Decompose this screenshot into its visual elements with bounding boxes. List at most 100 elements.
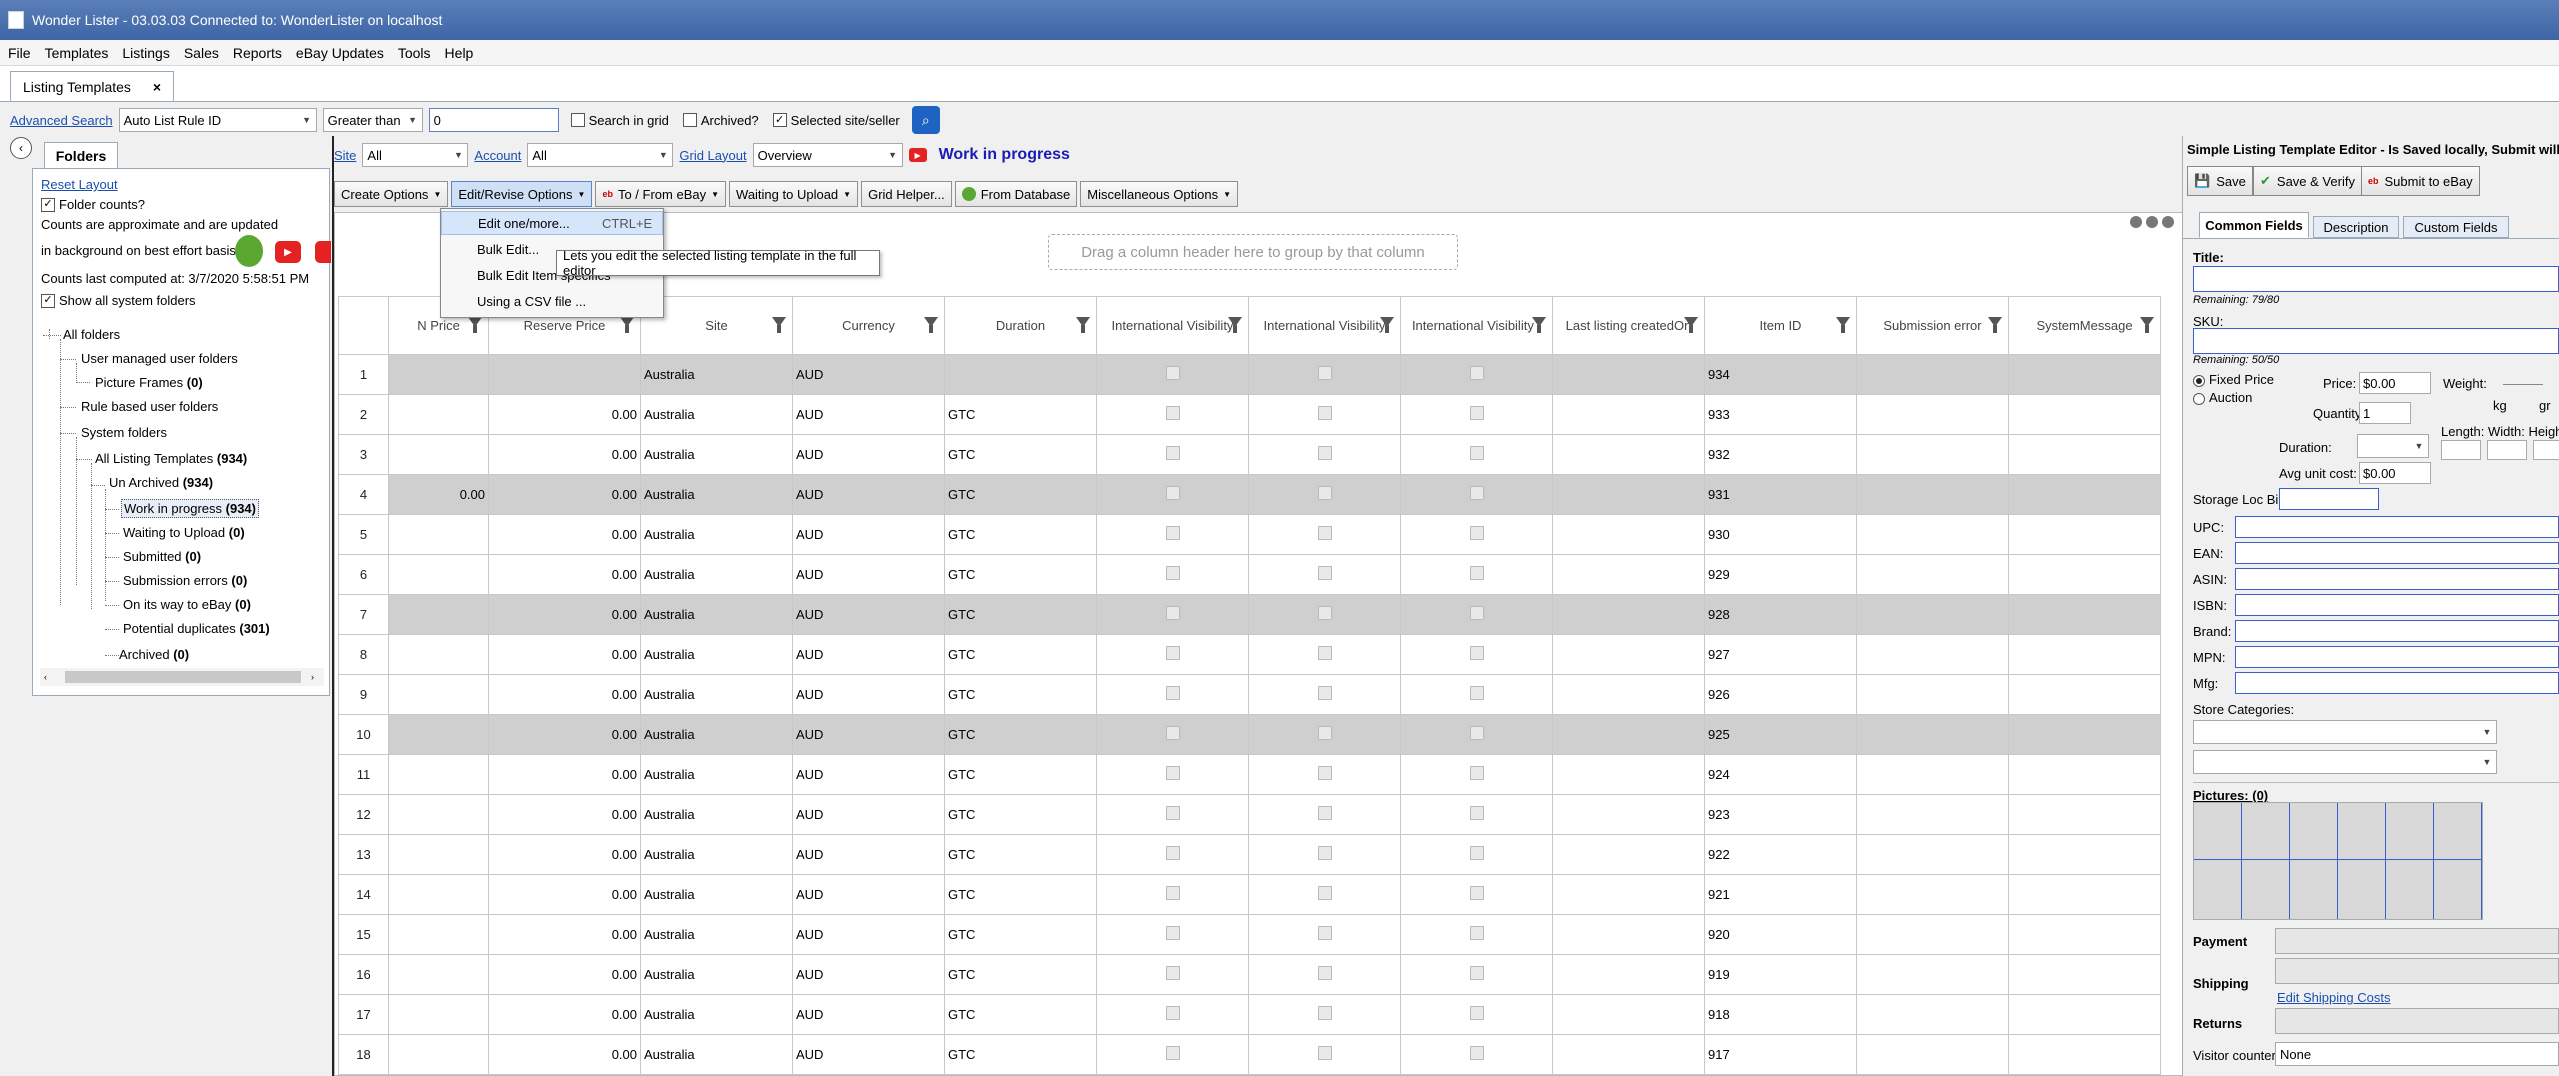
- menu-tools[interactable]: Tools: [398, 45, 431, 61]
- checkbox-icon[interactable]: [1165, 606, 1180, 620]
- tree-item-rule-based[interactable]: Rule based user folders: [81, 399, 218, 414]
- row-number[interactable]: 1: [338, 354, 389, 395]
- checkbox-icon[interactable]: [1469, 686, 1484, 700]
- table-row[interactable]: 9 0.00 Australia AUD GTC 926: [338, 674, 2161, 715]
- table-row[interactable]: 10 0.00 Australia AUD GTC 925: [338, 714, 2161, 755]
- cell-intl-visibility-2[interactable]: [1248, 594, 1401, 635]
- cell-n-price[interactable]: [388, 1034, 489, 1075]
- table-row[interactable]: 8 0.00 Australia AUD GTC 927: [338, 634, 2161, 675]
- cell-duration[interactable]: GTC: [944, 994, 1097, 1035]
- checkbox-icon[interactable]: [1469, 606, 1484, 620]
- cell-currency[interactable]: AUD: [792, 994, 945, 1035]
- cell-intl-visibility-2[interactable]: [1248, 634, 1401, 675]
- checkbox-icon[interactable]: [1165, 446, 1180, 460]
- tree-item-on-its-way[interactable]: On its way to eBay (0): [123, 597, 251, 612]
- column-header-currency[interactable]: Currency: [792, 296, 945, 355]
- tree-item-waiting-to-upload[interactable]: Waiting to Upload (0): [123, 525, 245, 540]
- cell-currency[interactable]: AUD: [792, 954, 945, 995]
- cell-submission-error[interactable]: [1856, 1034, 2009, 1075]
- cell-last-listing-created[interactable]: [1552, 514, 1705, 555]
- cell-last-listing-created[interactable]: [1552, 554, 1705, 595]
- cell-intl-visibility-3[interactable]: [1400, 594, 1553, 635]
- cell-system-message[interactable]: [2008, 954, 2161, 995]
- cell-system-message[interactable]: [2008, 674, 2161, 715]
- filter-icon[interactable]: [1836, 317, 1850, 333]
- checkbox-icon[interactable]: [1165, 406, 1180, 420]
- table-row[interactable]: 11 0.00 Australia AUD GTC 924: [338, 754, 2161, 795]
- table-row[interactable]: 14 0.00 Australia AUD GTC 921: [338, 874, 2161, 915]
- cell-duration[interactable]: GTC: [944, 874, 1097, 915]
- cell-currency[interactable]: AUD: [792, 434, 945, 475]
- cell-duration[interactable]: GTC: [944, 1034, 1097, 1075]
- cell-item-id[interactable]: 920: [1704, 914, 1857, 955]
- cell-intl-visibility-1[interactable]: [1096, 954, 1249, 995]
- cell-site[interactable]: Australia: [640, 874, 793, 915]
- filter-icon[interactable]: [1684, 317, 1698, 333]
- column-header-submission-error[interactable]: Submission error: [1856, 296, 2009, 355]
- cell-n-price[interactable]: [388, 834, 489, 875]
- title-input[interactable]: [2193, 266, 2559, 292]
- cell-reserve-price[interactable]: 0.00: [488, 874, 641, 915]
- isbn-input[interactable]: [2235, 594, 2559, 616]
- menu-item-edit-one[interactable]: Edit one/more... CTRL+E: [441, 211, 663, 235]
- column-header-intl-visibility-3[interactable]: International Visibility .: [1400, 296, 1553, 355]
- cell-currency[interactable]: AUD: [792, 714, 945, 755]
- row-number[interactable]: 2: [338, 394, 389, 435]
- table-row[interactable]: 15 0.00 Australia AUD GTC 920: [338, 914, 2161, 955]
- filter-icon[interactable]: [2140, 317, 2154, 333]
- cell-n-price[interactable]: 0.00: [388, 474, 489, 515]
- cell-site[interactable]: Australia: [640, 674, 793, 715]
- cell-currency[interactable]: AUD: [792, 474, 945, 515]
- cell-currency[interactable]: AUD: [792, 634, 945, 675]
- tab-folders[interactable]: Folders: [44, 142, 118, 168]
- cell-duration[interactable]: GTC: [944, 394, 1097, 435]
- cell-duration[interactable]: GTC: [944, 674, 1097, 715]
- cell-item-id[interactable]: 921: [1704, 874, 1857, 915]
- row-number[interactable]: 8: [338, 634, 389, 675]
- reset-layout-link[interactable]: Reset Layout: [41, 177, 118, 192]
- grid-layout-link[interactable]: Grid Layout: [679, 148, 746, 163]
- checkbox-icon[interactable]: [1165, 926, 1180, 940]
- search-field-select[interactable]: Auto List Rule ID ▼: [118, 108, 317, 132]
- cell-item-id[interactable]: 933: [1704, 394, 1857, 435]
- cell-site[interactable]: Australia: [640, 474, 793, 515]
- cell-reserve-price[interactable]: 0.00: [488, 434, 641, 475]
- cell-site[interactable]: Australia: [640, 434, 793, 475]
- cell-site[interactable]: Australia: [640, 514, 793, 555]
- storage-loc-input[interactable]: [2279, 488, 2379, 510]
- checkbox-icon[interactable]: [1469, 966, 1484, 980]
- cell-intl-visibility-3[interactable]: [1400, 954, 1553, 995]
- cell-last-listing-created[interactable]: [1552, 954, 1705, 995]
- cell-last-listing-created[interactable]: [1552, 674, 1705, 715]
- cell-intl-visibility-1[interactable]: [1096, 394, 1249, 435]
- row-number[interactable]: 17: [338, 994, 389, 1035]
- store-category-select-2[interactable]: ▼: [2193, 750, 2497, 774]
- cell-last-listing-created[interactable]: [1552, 434, 1705, 475]
- menu-help[interactable]: Help: [445, 45, 474, 61]
- cell-last-listing-created[interactable]: [1552, 874, 1705, 915]
- selected-site-checkbox[interactable]: ✓ Selected site/seller: [772, 113, 900, 128]
- cell-submission-error[interactable]: [1856, 874, 2009, 915]
- cell-intl-visibility-2[interactable]: [1248, 754, 1401, 795]
- row-number[interactable]: 6: [338, 554, 389, 595]
- search-value-input[interactable]: 0: [428, 108, 559, 132]
- auction-radio[interactable]: Auction: [2193, 390, 2252, 405]
- column-header-system-message[interactable]: SystemMessage: [2008, 296, 2161, 355]
- cell-item-id[interactable]: 918: [1704, 994, 1857, 1035]
- scroll-thumb[interactable]: [65, 671, 301, 683]
- cell-reserve-price[interactable]: 0.00: [488, 634, 641, 675]
- cell-intl-visibility-1[interactable]: [1096, 874, 1249, 915]
- cell-currency[interactable]: AUD: [792, 1034, 945, 1075]
- checkbox-icon[interactable]: [1317, 846, 1332, 860]
- create-options-button[interactable]: Create Options ▼: [334, 181, 449, 207]
- cell-currency[interactable]: AUD: [792, 394, 945, 435]
- column-header-duration[interactable]: Duration: [944, 296, 1097, 355]
- cell-last-listing-created[interactable]: [1552, 754, 1705, 795]
- from-database-button[interactable]: From Database: [954, 181, 1078, 207]
- tree-item-submission-errors[interactable]: Submission errors (0): [123, 573, 247, 588]
- cell-last-listing-created[interactable]: [1552, 634, 1705, 675]
- cell-item-id[interactable]: 923: [1704, 794, 1857, 835]
- row-number[interactable]: 4: [338, 474, 389, 515]
- cell-submission-error[interactable]: [1856, 354, 2009, 395]
- checkbox-icon[interactable]: [1165, 366, 1180, 380]
